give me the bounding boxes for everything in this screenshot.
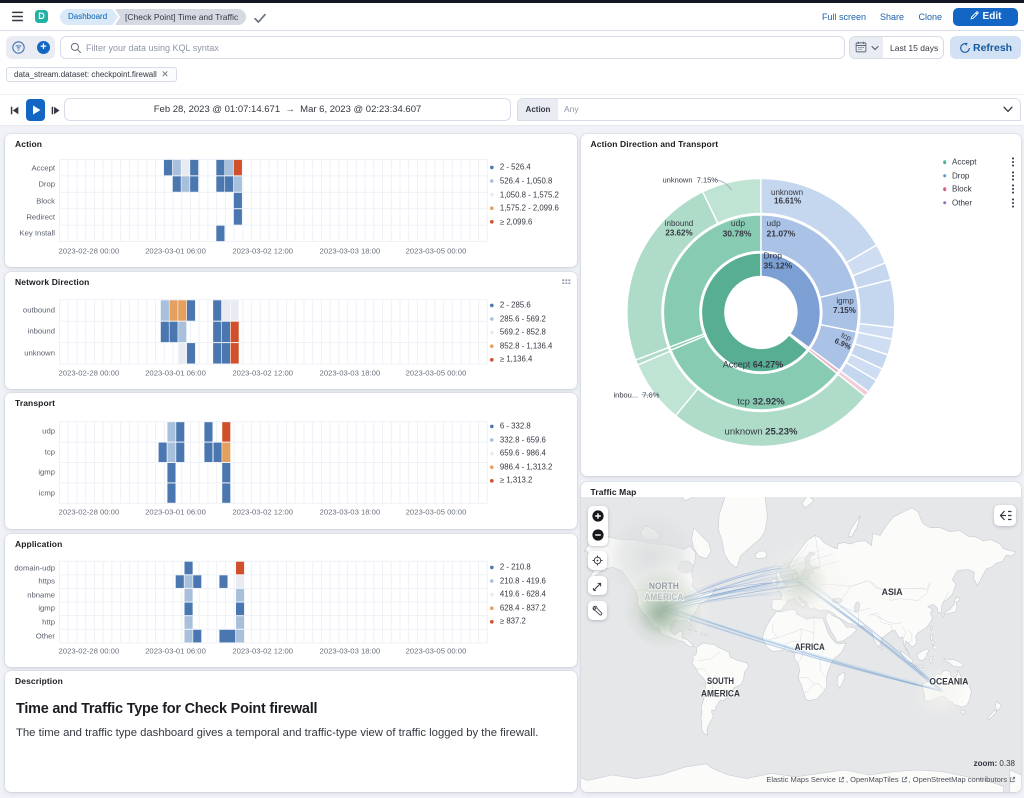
svg-text:inbou... 7.6%: inbou... 7.6% bbox=[613, 391, 659, 400]
svg-text:NORTH: NORTH bbox=[648, 581, 678, 592]
svg-text:23.62%: 23.62% bbox=[665, 229, 692, 238]
svg-text:Drop: Drop bbox=[763, 251, 782, 261]
svg-text:OCEANIA: OCEANIA bbox=[929, 676, 968, 687]
svg-text:igmp: igmp bbox=[836, 297, 854, 306]
svg-text:16.61%: 16.61% bbox=[774, 197, 801, 206]
svg-text:udp: udp bbox=[730, 218, 744, 228]
svg-text:21.07%: 21.07% bbox=[766, 229, 795, 239]
svg-text:AFRICA: AFRICA bbox=[794, 642, 824, 653]
svg-text:AMERICA: AMERICA bbox=[644, 592, 683, 603]
svg-text:AMERICA: AMERICA bbox=[701, 688, 740, 699]
svg-text:unknown 25.23%: unknown 25.23% bbox=[724, 427, 797, 438]
svg-text:udp: udp bbox=[766, 218, 780, 228]
svg-text:ASIA: ASIA bbox=[881, 587, 902, 598]
svg-text:Accept 64.27%: Accept 64.27% bbox=[722, 360, 783, 370]
svg-text:35.12%: 35.12% bbox=[763, 261, 792, 271]
svg-text:inbound: inbound bbox=[664, 219, 692, 228]
svg-text:tcp 32.92%: tcp 32.92% bbox=[737, 397, 785, 408]
svg-text:SOUTH: SOUTH bbox=[707, 676, 734, 687]
svg-text:7.15%: 7.15% bbox=[833, 306, 856, 315]
svg-text:30.78%: 30.78% bbox=[722, 229, 751, 239]
svg-text:unknown 7.15%: unknown 7.15% bbox=[662, 176, 718, 185]
